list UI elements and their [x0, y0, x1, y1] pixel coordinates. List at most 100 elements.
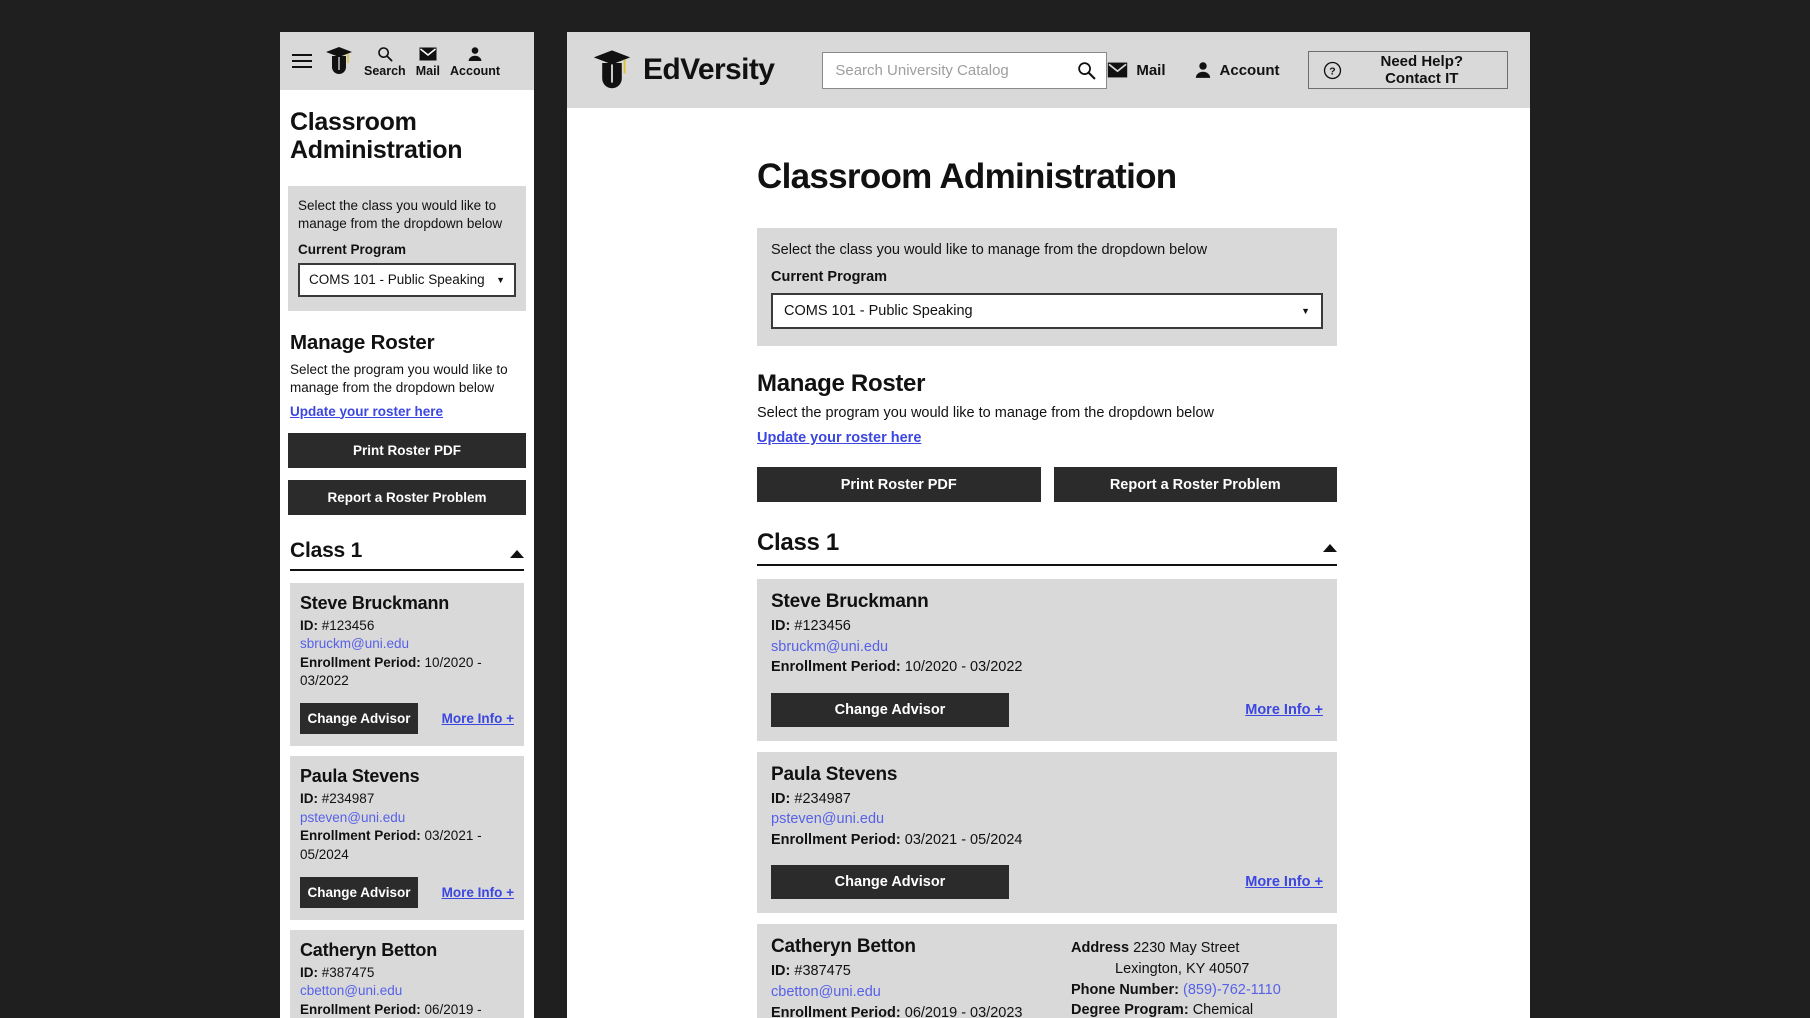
roster-action-buttons: Print Roster PDF Report a Roster Problem	[757, 467, 1337, 502]
student-card-footer: Change Advisor More Info +	[300, 876, 514, 908]
student-card-expanded: Catheryn Betton ID: #387475 cbetton@uni.…	[757, 924, 1337, 1018]
student-phone-value[interactable]: (859)-762-1110	[1183, 982, 1281, 998]
mail-icon	[1107, 62, 1128, 78]
chevron-up-icon	[510, 549, 524, 558]
student-card-footer: Change Advisor More Info +	[300, 703, 514, 735]
print-roster-pdf-button[interactable]: Print Roster PDF	[288, 432, 526, 468]
graduation-cap-icon	[591, 46, 633, 94]
update-roster-link[interactable]: Update your roster here	[290, 404, 443, 419]
student-degree-label: Degree Program:	[1071, 1002, 1189, 1018]
student-enrollment-label: Enrollment Period:	[300, 654, 421, 670]
student-enrollment-label: Enrollment Period:	[300, 1001, 421, 1017]
more-info-toggle[interactable]: More Info +	[442, 885, 514, 900]
student-email[interactable]: sbruckm@uni.edu	[300, 635, 514, 654]
desktop-nav-right: Mail Account ? Need Help? Contact IT	[1107, 51, 1508, 89]
student-address-label: Address	[1071, 940, 1130, 957]
page-title: Classroom Administration	[757, 157, 1177, 196]
brand[interactable]: EdVersity	[591, 46, 775, 94]
change-advisor-button[interactable]: Change Advisor	[771, 692, 1009, 727]
report-roster-problem-button[interactable]: Report a Roster Problem	[288, 479, 526, 515]
current-program-select[interactable]: COMS 101 - Public Speaking ▼	[771, 293, 1323, 329]
student-card-footer: Change Advisor More Info +	[771, 865, 1323, 900]
change-advisor-button[interactable]: Change Advisor	[300, 876, 418, 908]
student-name: Steve Bruckmann	[771, 591, 929, 612]
student-enrollment-label: Enrollment Period:	[300, 828, 421, 844]
more-info-toggle[interactable]: More Info +	[1245, 702, 1323, 718]
student-enrollment-row: Enrollment Period: 10/2020 - 03/2022	[300, 654, 514, 691]
graduation-cap-icon[interactable]	[324, 44, 354, 78]
desktop-content: Classroom Administration Select the clas…	[567, 157, 1530, 1018]
program-selector-hint: Select the class you would like to manag…	[771, 242, 1208, 258]
student-name: Paula Stevens	[771, 763, 898, 785]
student-email[interactable]: cbetton@uni.edu	[300, 982, 514, 1001]
class-section-header[interactable]: Class 1	[290, 539, 524, 571]
desktop-viewport-panel: EdVersity Search University Catalog Mail…	[567, 32, 1530, 1018]
change-advisor-button[interactable]: Change Advisor	[300, 703, 418, 735]
desktop-nav-account[interactable]: Account	[1194, 61, 1280, 79]
student-address-row: Address 2230 May Street	[1071, 938, 1323, 959]
student-name: Catheryn Betton	[300, 939, 438, 960]
search-icon[interactable]	[1077, 61, 1096, 80]
program-selector-block: Select the class you would like to manag…	[288, 186, 526, 311]
chevron-up-icon	[1323, 544, 1337, 552]
student-id-label: ID:	[771, 963, 791, 980]
mobile-nav-mail[interactable]: Mail	[416, 44, 440, 78]
desktop-top-navbar: EdVersity Search University Catalog Mail…	[567, 32, 1530, 108]
student-email[interactable]: sbruckm@uni.edu	[771, 637, 1071, 658]
student-name: Paula Stevens	[300, 766, 420, 787]
more-info-toggle[interactable]: More Info +	[442, 711, 514, 726]
manage-roster-sub: Select the program you would like to man…	[290, 361, 508, 395]
chevron-down-icon: ▼	[1301, 306, 1310, 316]
student-enrollment-label: Enrollment Period:	[771, 659, 901, 676]
student-enrollment-value: 03/2021 - 05/2024	[904, 831, 1023, 848]
hamburger-icon[interactable]	[292, 54, 312, 68]
current-program-select[interactable]: COMS 101 - Public Speaking ▼	[298, 262, 516, 297]
current-program-value: COMS 101 - Public Speaking	[784, 303, 973, 319]
mail-icon	[419, 44, 437, 63]
student-card: Catheryn Betton ID: #387475 cbetton@uni.…	[290, 929, 524, 1018]
student-phone-label: Phone Number:	[1071, 981, 1179, 998]
mobile-nav-search[interactable]: Search	[364, 44, 406, 78]
print-roster-pdf-button[interactable]: Print Roster PDF	[757, 467, 1041, 502]
account-icon	[1194, 61, 1212, 79]
brand-name: EdVersity	[643, 53, 775, 86]
class-section-name: Class 1	[757, 529, 839, 556]
student-enrollment-row: Enrollment Period: 06/2019 - 03/2023	[300, 1001, 514, 1018]
student-id-row: ID: #387475	[300, 964, 514, 983]
mobile-nav-account[interactable]: Account	[450, 44, 500, 78]
search-placeholder: Search University Catalog	[835, 61, 1009, 79]
student-card: Steve Bruckmann ID: #123456 sbruckm@uni.…	[757, 579, 1337, 741]
student-degree-row: Degree Program: Chemical Engineering	[1071, 1000, 1323, 1018]
mobile-nav-search-label: Search	[364, 64, 406, 78]
mobile-nav-account-label: Account	[450, 64, 501, 78]
change-advisor-button[interactable]: Change Advisor	[771, 865, 1009, 900]
student-email[interactable]: cbetton@uni.edu	[771, 982, 1071, 1003]
desktop-nav-mail[interactable]: Mail	[1107, 62, 1166, 79]
student-email[interactable]: psteven@uni.edu	[300, 809, 514, 828]
student-id-row: ID: #234987	[300, 790, 514, 809]
screen: Search Mail Account Classroom Administra…	[0, 0, 1810, 1018]
student-id-row: ID: #123456	[771, 616, 1071, 637]
student-id-row: ID: #123456	[300, 617, 514, 636]
student-id-value: #234987	[794, 790, 851, 807]
student-card: Paula Stevens ID: #234987 psteven@uni.ed…	[290, 756, 524, 920]
class-section-header-1[interactable]: Class 1	[757, 529, 1337, 566]
update-roster-link[interactable]: Update your roster here	[757, 430, 921, 446]
report-roster-problem-button[interactable]: Report a Roster Problem	[1053, 467, 1337, 502]
student-enrollment-label: Enrollment Period:	[771, 831, 901, 848]
search-input[interactable]: Search University Catalog	[822, 51, 1108, 89]
svg-text:?: ?	[1329, 66, 1335, 77]
mobile-top-navbar: Search Mail Account	[280, 32, 534, 90]
program-selector-hint: Select the class you would like to manag…	[298, 198, 503, 231]
student-phone-row: Phone Number: (859)-762-1110	[1071, 980, 1323, 1001]
student-id-value: #387475	[321, 964, 375, 980]
more-info-toggle[interactable]: More Info +	[1245, 874, 1323, 890]
student-id-label: ID:	[300, 964, 318, 980]
student-email[interactable]: psteven@uni.edu	[771, 809, 1071, 830]
account-icon	[467, 44, 483, 63]
need-help-contact-it-button[interactable]: ? Need Help? Contact IT	[1307, 51, 1508, 89]
student-enrollment-row: Enrollment Period: 06/2019 - 03/2023	[771, 1003, 1071, 1018]
program-selector-block: Select the class you would like to manag…	[757, 228, 1337, 346]
student-id-value: #387475	[794, 963, 851, 980]
student-address-line2: Lexington, KY 40507	[1115, 961, 1250, 978]
